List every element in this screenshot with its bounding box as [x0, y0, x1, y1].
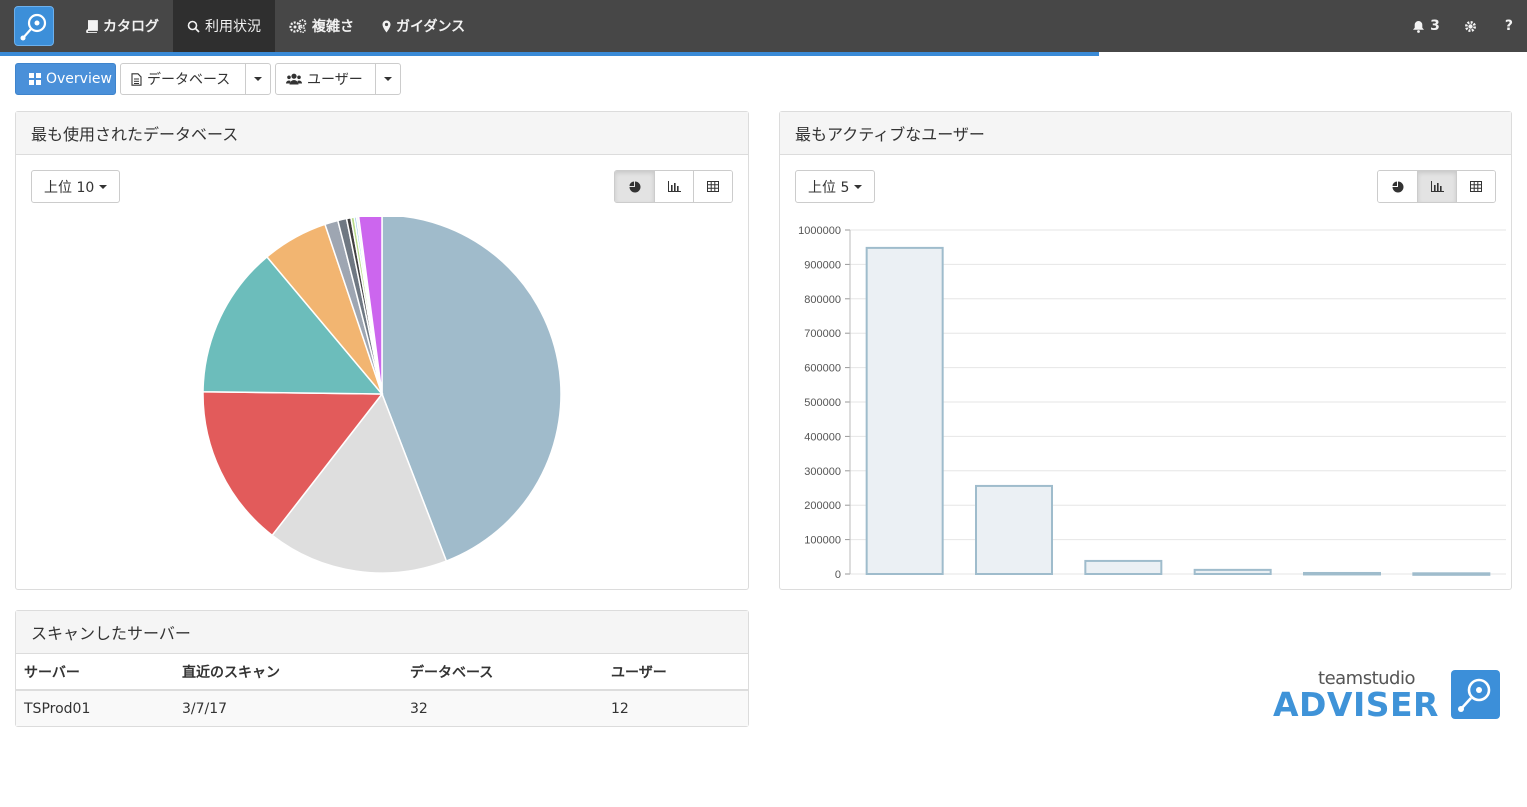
last-scan-cell: 3/7/17	[174, 690, 402, 726]
users-top-n-dropdown[interactable]: 上位 5	[795, 170, 876, 203]
table-header-row: サーバー 直近のスキャン データベース ユーザー	[16, 654, 748, 691]
nav-item-guidance[interactable]: ガイダンス	[368, 0, 479, 52]
pie-chart-icon	[629, 181, 640, 192]
database-count-cell: 32	[402, 690, 603, 726]
map-marker-icon	[382, 20, 391, 32]
help-label: ?	[1504, 18, 1513, 34]
overview-button[interactable]: Overview	[15, 63, 116, 95]
y-tick-label: 300000	[804, 466, 841, 478]
pie-view-button[interactable]	[1378, 171, 1417, 202]
cogs-icon	[289, 19, 307, 33]
nav-item-catalog[interactable]: カタログ	[71, 0, 173, 52]
y-tick-label: 1000000	[798, 225, 841, 237]
db-top-n-dropdown[interactable]: 上位 10	[31, 170, 121, 203]
nav-item-label: ガイダンス	[396, 19, 466, 35]
y-tick-label: 800000	[804, 294, 841, 306]
table-row[interactable]: TSProd01 3/7/17 32 12	[16, 690, 748, 726]
nav-item-label: カタログ	[103, 19, 159, 35]
db-top-n-label: 上位 10	[44, 179, 95, 196]
table-icon	[707, 181, 719, 192]
panel-title: スキャンしたサーバー	[16, 611, 748, 654]
users-icon	[286, 73, 302, 85]
top-navbar: カタログ 利用状況 複雑さ ガイダンス 3 ?	[0, 0, 1527, 52]
caret-down-icon	[254, 77, 263, 81]
book-icon	[86, 19, 98, 33]
database-label: データベース	[147, 72, 231, 88]
bell-icon	[1413, 20, 1425, 33]
user-count-cell: 12	[603, 690, 748, 726]
users-bar-chart: 0 100000 200000 300000 400000 500000 600000 700…	[798, 225, 1506, 581]
caret-down-icon	[854, 184, 863, 189]
bar-view-button[interactable]	[1417, 171, 1456, 202]
bar-chart-icon	[667, 181, 681, 192]
users-dropdown-toggle[interactable]	[375, 64, 400, 94]
db-view-toggle	[614, 170, 733, 203]
y-tick-label: 0	[835, 569, 841, 581]
y-tick-label: 500000	[804, 397, 841, 409]
database-dropdown-toggle[interactable]	[245, 64, 270, 94]
nav-item-label: 複雑さ	[312, 19, 354, 35]
nav-item-complexity[interactable]: 複雑さ	[275, 0, 368, 52]
table-view-button[interactable]	[1456, 171, 1495, 202]
teamstudio-adviser-logo: teamstudio ADVISER	[1273, 668, 1503, 724]
settings-button[interactable]	[1450, 0, 1491, 52]
bar-chart-icon	[1430, 181, 1444, 192]
pie-view-button[interactable]	[615, 171, 654, 202]
column-header-last-scan[interactable]: 直近のスキャン	[174, 654, 402, 691]
page-progress-bar	[0, 52, 1100, 56]
search-icon	[187, 20, 200, 33]
panel-title: 最も使用されたデータベース	[16, 112, 748, 155]
nav-item-usage[interactable]: 利用状況	[173, 0, 275, 52]
brand-big-text: ADVISER	[1273, 685, 1439, 724]
bar	[865, 246, 944, 575]
y-tick-label: 100000	[804, 535, 841, 547]
y-tick-label: 400000	[804, 431, 841, 443]
bar	[1193, 568, 1272, 576]
panel-title: 最もアクティブなユーザー	[780, 112, 1511, 155]
bar-view-button[interactable]	[654, 171, 693, 202]
users-label: ユーザー	[307, 72, 363, 88]
notifications-button[interactable]: 3	[1402, 0, 1450, 52]
bar	[1084, 559, 1163, 576]
bar	[975, 484, 1053, 576]
most-active-users-panel: 最もアクティブなユーザー 上位 5 0 100000 200000 300000 400…	[779, 111, 1512, 590]
adviser-logo-icon	[1451, 670, 1500, 719]
server-name-cell: TSProd01	[16, 690, 174, 726]
app-logo-icon[interactable]	[14, 6, 54, 46]
table-icon	[1470, 181, 1482, 192]
most-used-databases-panel: 最も使用されたデータベース 上位 10	[15, 111, 749, 590]
y-tick-label: 700000	[804, 328, 841, 340]
y-tick-label: 600000	[804, 363, 841, 375]
help-button[interactable]: ?	[1491, 0, 1527, 52]
column-header-users[interactable]: ユーザー	[603, 654, 748, 691]
th-large-icon	[29, 73, 41, 85]
users-top-n-label: 上位 5	[808, 179, 850, 196]
caret-down-icon	[384, 77, 393, 81]
column-header-server[interactable]: サーバー	[16, 654, 174, 691]
y-tick-label: 900000	[804, 259, 841, 271]
file-icon	[131, 72, 142, 86]
users-dropdown[interactable]: ユーザー	[275, 63, 401, 95]
pie-chart-icon	[1392, 181, 1403, 192]
caret-down-icon	[99, 184, 108, 189]
bar	[1412, 572, 1491, 576]
notifications-count: 3	[1430, 18, 1440, 34]
column-header-databases[interactable]: データベース	[402, 654, 603, 691]
gear-icon	[1464, 20, 1476, 32]
servers-table: サーバー 直近のスキャン データベース ユーザー TSProd01 3/7/17…	[16, 654, 748, 726]
database-dropdown[interactable]: データベース	[120, 63, 271, 95]
bar	[1303, 571, 1381, 576]
users-view-toggle	[1377, 170, 1496, 203]
overview-label: Overview	[46, 71, 112, 87]
nav-item-label: 利用状況	[205, 19, 261, 35]
databases-pie-chart	[202, 217, 562, 574]
table-view-button[interactable]	[693, 171, 732, 202]
scanned-servers-panel: スキャンしたサーバー サーバー 直近のスキャン データベース ユーザー TSPr…	[15, 610, 749, 727]
y-tick-label: 200000	[804, 500, 841, 512]
